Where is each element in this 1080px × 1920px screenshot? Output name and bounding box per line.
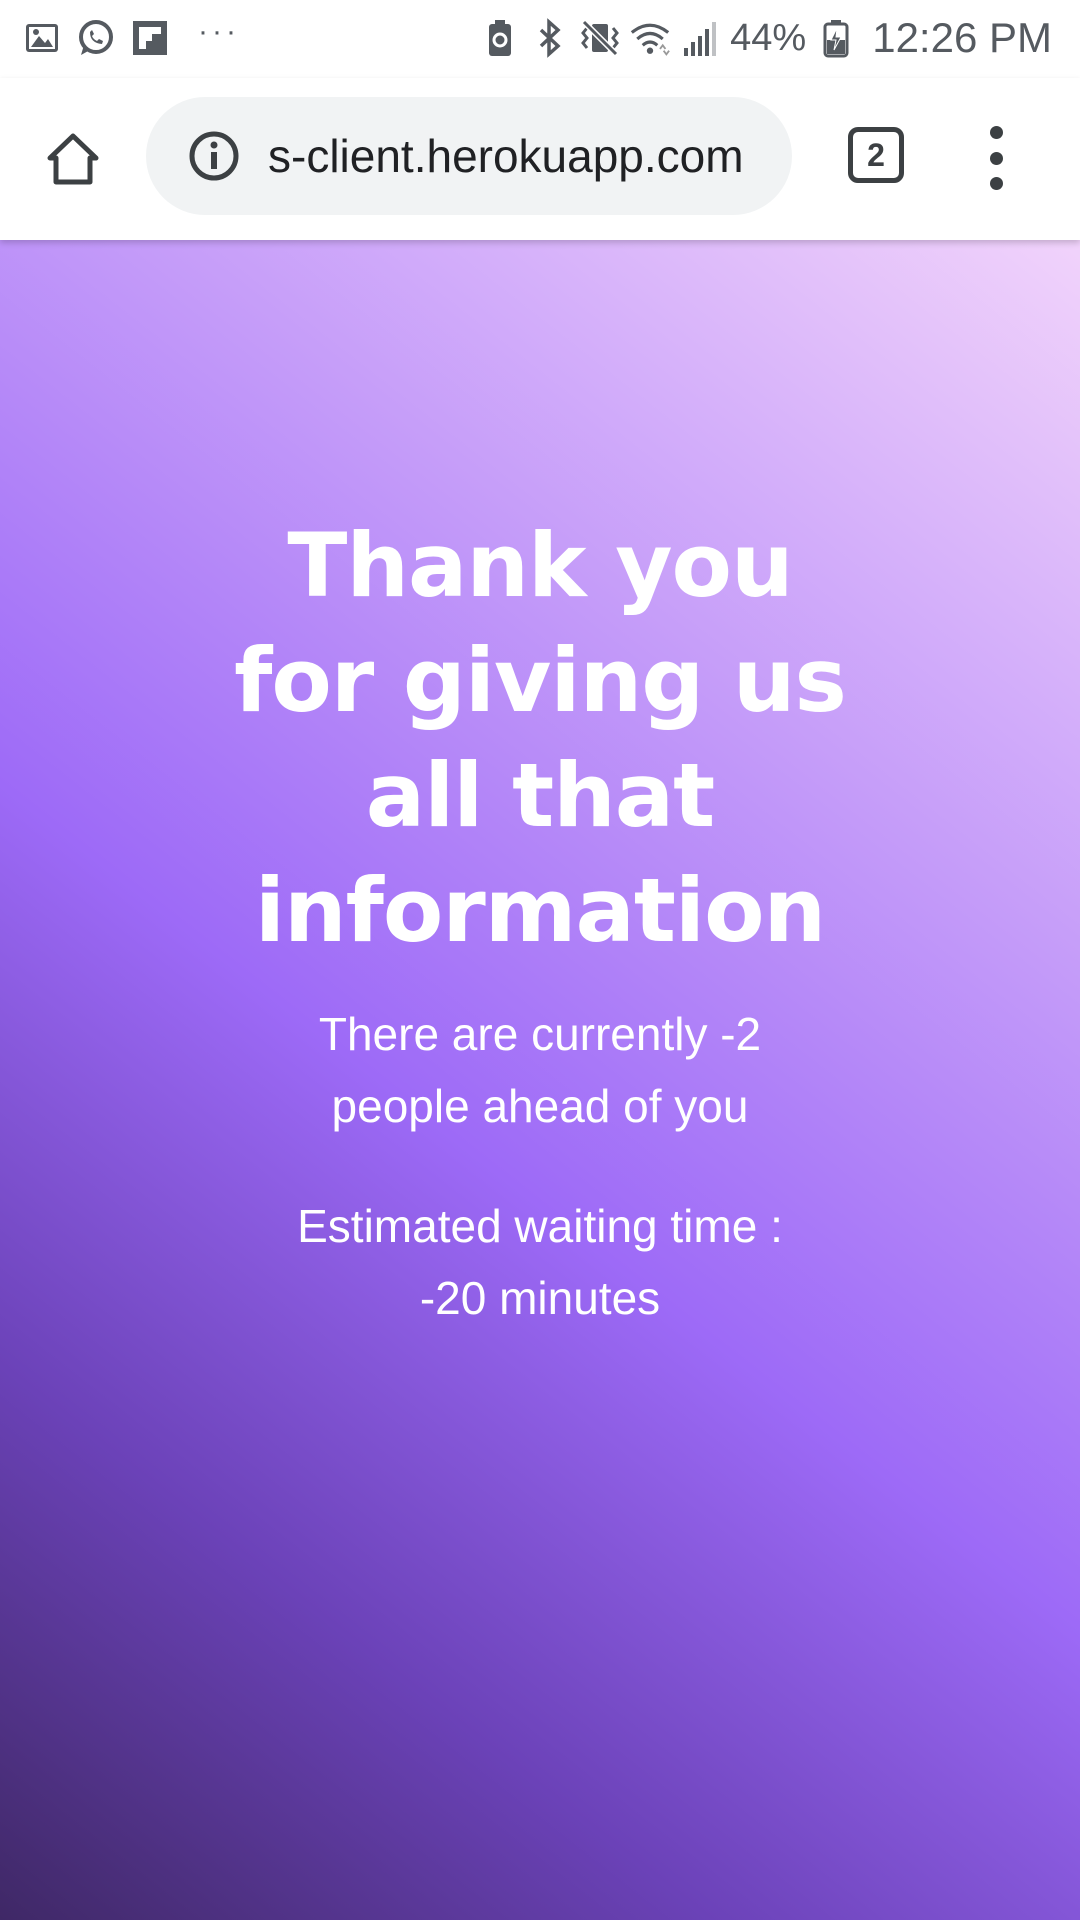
wait-line: -20 minutes [419,1272,661,1324]
tab-switcher-button[interactable]: 2 [848,127,904,183]
status-bar: ··· 44% 12:26 PM [0,0,1080,78]
heading-line: all that [365,744,716,847]
waiting-time-text: Estimated waiting time : -20 minutes [200,1190,880,1334]
system-status: 44% 12:26 PM [480,10,1052,66]
battery-percent: 44% [730,16,807,59]
notification-icons: ··· [22,14,240,62]
more-notifications-indicator: ··· [198,15,240,48]
heading-line: information [254,859,826,962]
gallery-icon [22,18,62,58]
info-icon[interactable] [188,130,240,182]
queue-line: people ahead of you [331,1080,749,1132]
menu-dot [989,177,1003,190]
heading-line: Thank you [287,514,793,617]
battery-icon [816,18,856,58]
browser-toolbar: s-client.herokuapp.com 2 [0,78,1080,240]
home-button[interactable] [36,122,110,196]
wifi-icon [630,18,670,58]
wait-line: Estimated waiting time : [297,1200,783,1252]
url-text[interactable]: s-client.herokuapp.com [268,125,778,187]
clock: 12:26 PM [872,14,1052,61]
web-page: Thank you for giving us all that informa… [0,240,1080,1920]
queue-position-text: There are currently -2 people ahead of y… [200,998,880,1142]
screen: ··· 44% 12:26 PM s-client.herokuapp.com … [0,0,1080,1920]
address-bar[interactable]: s-client.herokuapp.com [146,97,792,215]
vibrate-icon [580,18,620,58]
flipboard-icon [130,18,170,58]
heading-line: for giving us [234,629,847,732]
bluetooth-icon [530,18,570,58]
signal-icon [680,18,720,58]
menu-dot [989,126,1003,139]
battery-saver-icon [480,18,520,58]
home-icon [47,133,99,185]
menu-dot [989,151,1003,165]
thank-you-heading: Thank you for giving us all that informa… [190,508,890,968]
tab-count: 2 [867,136,885,173]
queue-line: There are currently -2 [318,1008,762,1060]
whatsapp-icon [76,18,116,58]
more-vert-icon[interactable] [970,118,1022,198]
